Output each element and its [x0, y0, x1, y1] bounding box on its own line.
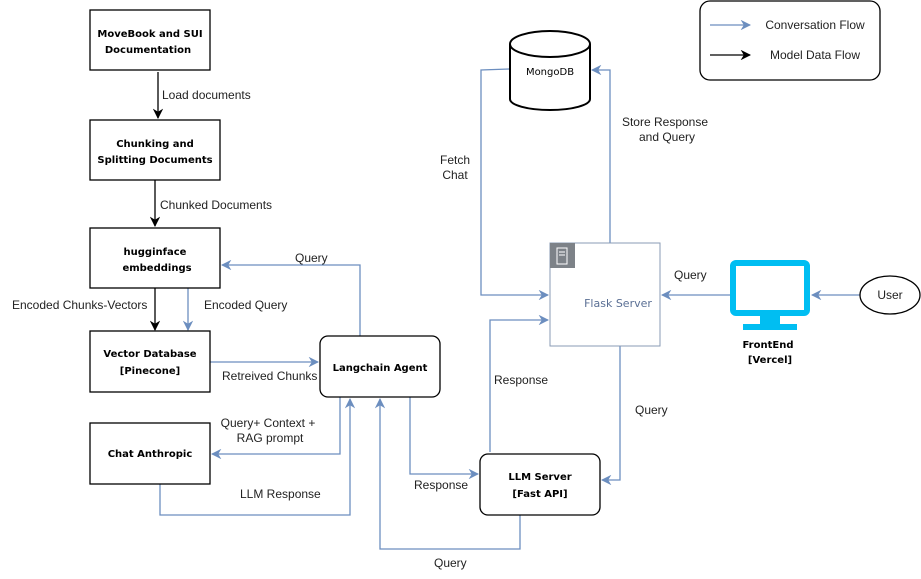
edge-label-fetch-1: Fetch [440, 153, 470, 167]
edge-label-response-flask: Response [494, 373, 548, 387]
edge-label-encoded-chunks: Encoded Chunks-Vectors [12, 298, 147, 312]
edge-label-query-frontend: Query [674, 268, 707, 282]
database-icon [509, 30, 591, 58]
edge-label-rag-2: RAG prompt [237, 431, 304, 445]
node-mongodb: MongoDB [509, 30, 591, 111]
svg-text:LLM Server: LLM Server [508, 472, 571, 483]
edge-label-load: Load documents [162, 88, 251, 102]
node-chat-anthropic: Chat Anthropic [89, 422, 211, 485]
node-frontend: FrontEnd [Vercel] [730, 260, 810, 366]
monitor-icon [730, 260, 810, 330]
edge-label-store-1: Store Response [622, 115, 708, 129]
edge-label-encoded-query: Encoded Query [204, 298, 287, 312]
node-embeddings: hugginface embeddings [89, 227, 221, 289]
edge-store-response [590, 64, 611, 243]
node-vector-database: Vector Database [Pinecone] [89, 330, 211, 393]
svg-text:Splitting Documents: Splitting Documents [97, 155, 212, 166]
svg-text:hugginface: hugginface [124, 247, 187, 258]
legend-model-data-flow: Model Data Flow [770, 48, 860, 62]
edge-query-flask-llm [600, 346, 621, 486]
svg-text:MoveBook and SUI: MoveBook and SUI [97, 29, 202, 40]
svg-text:User: User [877, 288, 902, 302]
node-movebook: MoveBook and SUI Documentation [89, 9, 211, 71]
svg-text:MongoDB: MongoDB [526, 67, 574, 78]
edge-label-fetch-2: Chat [442, 168, 468, 182]
node-flask-server: Flask Server [549, 242, 661, 347]
edge-label-retrieved: Retreived Chunks [222, 369, 317, 383]
svg-text:[Fast API]: [Fast API] [512, 489, 567, 500]
svg-text:Flask Server: Flask Server [584, 297, 652, 310]
edge-label-query-loop: Query [434, 556, 467, 570]
svg-text:FrontEnd: FrontEnd [742, 340, 793, 351]
edge-label-chunked: Chunked Documents [160, 198, 272, 212]
svg-text:[Pinecone]: [Pinecone] [120, 366, 181, 377]
svg-text:Documentation: Documentation [105, 45, 191, 56]
node-user: User [859, 275, 921, 315]
svg-text:Chunking and: Chunking and [116, 139, 194, 150]
node-chunking: Chunking and Splitting Documents [89, 119, 221, 181]
svg-text:embeddings: embeddings [122, 263, 191, 274]
svg-text:[Vercel]: [Vercel] [748, 355, 792, 366]
architecture-diagram: Conversation Flow Model Data Flow Load d… [12, 0, 921, 570]
svg-text:Chat Anthropic: Chat Anthropic [108, 449, 193, 460]
legend: Conversation Flow Model Data Flow [699, 0, 881, 81]
edge-label-rag-1: Query+ Context + [221, 416, 316, 430]
server-icon [550, 243, 575, 268]
edge-label-store-2: and Query [639, 130, 695, 144]
edge-label-query-embed: Query [295, 251, 328, 265]
edge-response-to-llm [409, 397, 480, 480]
svg-text:Vector Database: Vector Database [103, 349, 196, 360]
legend-conversation-flow: Conversation Flow [765, 18, 865, 32]
edge-label-llm-response: LLM Response [240, 487, 321, 501]
svg-text:Langchain Agent: Langchain Agent [333, 363, 428, 374]
edge-label-response-llm: Response [414, 478, 468, 492]
edge-label-query-flask-llm: Query [635, 403, 668, 417]
node-llm-server: LLM Server [Fast API] [479, 453, 601, 516]
node-langchain-agent: Langchain Agent [319, 335, 441, 398]
